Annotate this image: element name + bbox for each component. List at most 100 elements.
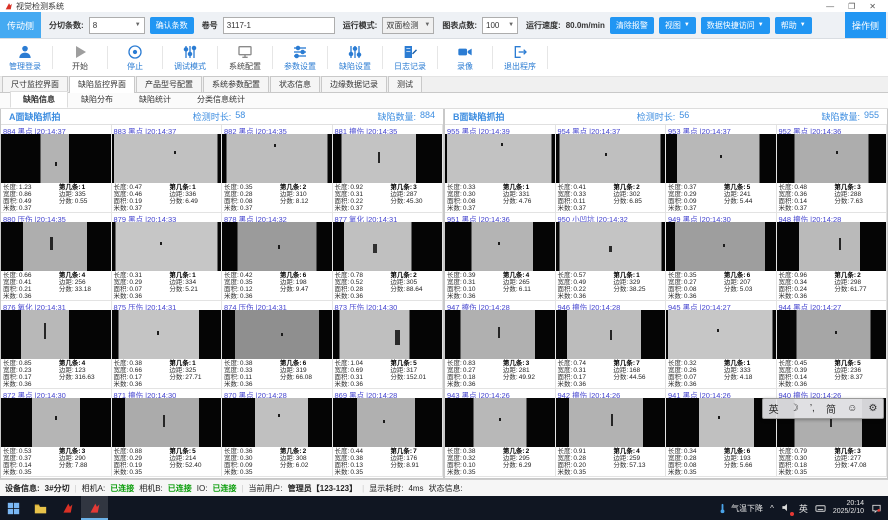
defect-info: 长度:0.66 宽度:0.41 面积:0.21 米数:0.36 第几条:4 边距… bbox=[1, 271, 111, 300]
defect-cell[interactable]: 943 黑点 |20:14:26 长度:0.38 宽度:0.32 面积:0.10… bbox=[445, 389, 556, 477]
parameter-settings-button[interactable]: 参数设置 bbox=[275, 39, 325, 76]
subtab-defect-info[interactable]: 缺陷信息 bbox=[10, 91, 68, 108]
gear-icon[interactable]: ⚙ bbox=[868, 403, 877, 414]
clear-alarm-button[interactable]: 清除报警 bbox=[610, 17, 654, 34]
strip-value: 2 bbox=[303, 184, 307, 191]
subtab-defect-distribution[interactable]: 缺陷分布 bbox=[68, 91, 126, 108]
defect-cell[interactable]: 884 黑点 |20:14:37 长度:1.23 宽度:0.86 面积:0.49… bbox=[1, 125, 112, 213]
defect-cell[interactable]: 872 黑点 |20:14:30 长度:0.53 宽度:0.37 面积:0.14… bbox=[1, 389, 112, 477]
strip-label: 第几条: bbox=[613, 272, 635, 279]
tab-status-info[interactable]: 状态信息 bbox=[270, 76, 320, 92]
tab-size-monitor[interactable]: 尺寸监控界面 bbox=[2, 76, 68, 92]
length-label: 长度: bbox=[114, 448, 129, 455]
defect-cell[interactable]: 947 擦伤 |20:14:28 长度:0.83 宽度:0.27 面积:0.18… bbox=[445, 301, 556, 389]
meter-value: 0.36 bbox=[350, 293, 363, 300]
defect-cell[interactable]: 952 黑点 |20:14:36 长度:0.48 宽度:0.36 面积:0.14… bbox=[777, 125, 888, 213]
margin-value: 334 bbox=[185, 279, 196, 286]
score-value: 33.18 bbox=[75, 286, 91, 293]
width-value: 0.37 bbox=[19, 455, 32, 462]
defect-cell[interactable]: 873 压伤 |20:14:30 长度:1.04 宽度:0.69 面积:0.31… bbox=[333, 301, 444, 389]
ime-english-toggle[interactable]: 英 bbox=[769, 401, 779, 416]
meter-label: 米数: bbox=[114, 469, 129, 476]
video-record-button[interactable]: 录像 bbox=[440, 39, 490, 76]
emoji-icon[interactable]: ☺ bbox=[847, 403, 857, 414]
defect-cell[interactable]: 949 黑点 |20:14:30 长度:0.35 宽度:0.27 面积:0.08… bbox=[666, 213, 777, 301]
margin-value: 310 bbox=[296, 191, 307, 198]
tray-expand-chevron[interactable]: ^ bbox=[770, 504, 774, 513]
subtab-class-info-stats[interactable]: 分类信息统计 bbox=[184, 91, 258, 108]
tab-product-model-config[interactable]: 产品型号配置 bbox=[136, 76, 202, 92]
drive-side-button[interactable]: 传动侧 bbox=[0, 12, 41, 38]
start-button[interactable]: 开始 bbox=[55, 39, 105, 76]
defect-settings-button[interactable]: 缺陷设置 bbox=[330, 39, 380, 76]
exit-program-button[interactable]: 退出程序 bbox=[495, 39, 545, 76]
ime-simplified-toggle[interactable]: 简 bbox=[826, 401, 836, 416]
defect-cell[interactable]: 955 黑点 |20:14:39 长度:0.33 宽度:0.30 面积:0.08… bbox=[445, 125, 556, 213]
defect-cell[interactable]: 875 压伤 |20:14:31 长度:0.38 宽度:0.66 面积:0.17… bbox=[112, 301, 223, 389]
clock[interactable]: 20:14 2025/2/10 bbox=[833, 500, 864, 516]
defect-cell[interactable]: 941 黑点 |20:14:26 长度:0.34 宽度:0.28 面积:0.08… bbox=[666, 389, 777, 477]
app-button-2-active[interactable] bbox=[81, 496, 108, 520]
action-center-icon[interactable] bbox=[871, 503, 882, 514]
defect-cell[interactable]: 950 小凹坑 |20:14:32 长度:0.57 宽度:0.49 面积:0.2… bbox=[556, 213, 667, 301]
defect-cell[interactable]: 877 氧化 |20:14:31 长度:0.78 宽度:0.52 面积:0.28… bbox=[333, 213, 444, 301]
maximize-button[interactable]: ❐ bbox=[848, 2, 855, 11]
score-label: 分数: bbox=[280, 462, 295, 469]
defect-cell[interactable]: 870 黑点 |20:14:28 长度:0.36 宽度:0.30 面积:0.09… bbox=[222, 389, 333, 477]
roll-number-input[interactable]: 3117-1 bbox=[223, 17, 335, 34]
tab-edge-data-record[interactable]: 边缘数据记录 bbox=[321, 76, 387, 92]
defect-cell[interactable]: 871 擦伤 |20:14:30 长度:0.88 宽度:0.29 面积:0.19… bbox=[112, 389, 223, 477]
cut-count-select[interactable]: 8▼ bbox=[89, 17, 145, 34]
defect-cell[interactable]: 945 黑点 |20:14:27 长度:0.32 宽度:0.26 面积:0.07… bbox=[666, 301, 777, 389]
tab-system-param-config[interactable]: 系统参数配置 bbox=[203, 76, 269, 92]
run-mode-select[interactable]: 双面检测▼ bbox=[382, 17, 434, 34]
defect-image bbox=[112, 398, 222, 447]
system-config-button[interactable]: 系统配置 bbox=[220, 39, 270, 76]
defect-cell[interactable]: 879 黑点 |20:14:33 长度:0.31 宽度:0.29 面积:0.07… bbox=[112, 213, 223, 301]
defect-cell[interactable]: 948 擦伤 |20:14:28 长度:0.96 宽度:0.34 面积:0.24… bbox=[777, 213, 888, 301]
start-menu-button[interactable] bbox=[0, 496, 27, 520]
defect-cell[interactable]: 881 擦伤 |20:14:35 长度:0.92 宽度:0.31 面积:0.22… bbox=[333, 125, 444, 213]
confirm-count-button[interactable]: 确认条数 bbox=[150, 17, 194, 34]
operator-side-button[interactable]: 操作侧 bbox=[845, 12, 886, 38]
keyboard-icon[interactable] bbox=[815, 503, 826, 514]
strip-value: 6 bbox=[303, 360, 307, 367]
defect-cell[interactable]: 883 黑点 |20:14:37 长度:0.47 宽度:0.46 面积:0.19… bbox=[112, 125, 223, 213]
defect-cell[interactable]: 946 擦伤 |20:14:28 长度:0.74 宽度:0.31 面积:0.17… bbox=[556, 301, 667, 389]
margin-label: 边距: bbox=[503, 191, 518, 198]
defect-cell[interactable]: 951 黑点 |20:14:36 长度:0.39 宽度:0.31 面积:0.10… bbox=[445, 213, 556, 301]
volume-button[interactable] bbox=[781, 502, 792, 515]
defect-cell[interactable]: 869 黑点 |20:14:28 长度:0.44 宽度:0.38 面积:0.13… bbox=[333, 389, 444, 477]
minimize-button[interactable]: — bbox=[826, 2, 834, 11]
defect-cell[interactable]: 953 黑点 |20:14:37 长度:0.37 宽度:0.29 面积:0.09… bbox=[666, 125, 777, 213]
ime-language-indicator[interactable]: 英 bbox=[799, 502, 808, 515]
view-menu-button[interactable]: 视图▼ bbox=[659, 17, 696, 34]
margin-label: 边距: bbox=[390, 455, 405, 462]
punctuation-toggle[interactable]: ’, bbox=[810, 403, 815, 414]
defect-cell[interactable]: 874 压伤 |20:14:31 长度:0.38 宽度:0.33 面积:0.11… bbox=[222, 301, 333, 389]
app-button-1[interactable] bbox=[54, 496, 81, 520]
file-explorer-button[interactable] bbox=[27, 496, 54, 520]
meter-value: 0.35 bbox=[463, 469, 476, 476]
quick-access-menu-button[interactable]: 数据快捷访问▼ bbox=[701, 17, 770, 34]
defect-cell[interactable]: 882 黑点 |20:14:35 长度:0.35 宽度:0.28 面积:0.08… bbox=[222, 125, 333, 213]
admin-login-button[interactable]: 管理登录 bbox=[0, 39, 50, 76]
stop-button[interactable]: 停止 bbox=[110, 39, 160, 76]
subtab-defect-stats[interactable]: 缺陷统计 bbox=[126, 91, 184, 108]
defect-cell[interactable]: 954 黑点 |20:14:37 长度:0.41 宽度:0.33 面积:0.11… bbox=[556, 125, 667, 213]
defect-cell[interactable]: 876 氧化 |20:14:31 长度:0.85 宽度:0.23 面积:0.17… bbox=[1, 301, 112, 389]
chart-points-select[interactable]: 100▼ bbox=[482, 17, 518, 34]
tab-defect-monitor[interactable]: 缺陷监控界面 bbox=[69, 76, 135, 93]
close-button[interactable]: ✕ bbox=[869, 2, 876, 11]
defect-cell[interactable]: 942 擦伤 |20:14:26 长度:0.91 宽度:0.28 面积:0.20… bbox=[556, 389, 667, 477]
defect-cell[interactable]: 878 黑点 |20:14:32 长度:0.42 宽度:0.35 面积:0.12… bbox=[222, 213, 333, 301]
defect-cell[interactable]: 880 压伤 |20:14:35 长度:0.66 宽度:0.41 面积:0.21… bbox=[1, 213, 112, 301]
help-menu-button[interactable]: 帮助▼ bbox=[775, 17, 812, 34]
moon-icon[interactable]: ☽ bbox=[790, 403, 799, 414]
debug-mode-button[interactable]: 调试模式 bbox=[165, 39, 215, 76]
defect-cell[interactable]: 944 黑点 |20:14:27 长度:0.45 宽度:0.39 面积:0.14… bbox=[777, 301, 888, 389]
width-label: 宽度: bbox=[3, 191, 18, 198]
weather-widget[interactable]: 气温下降 bbox=[717, 503, 763, 514]
tab-test[interactable]: 测试 bbox=[388, 76, 422, 92]
log-record-button[interactable]: 日志记录 bbox=[385, 39, 435, 76]
